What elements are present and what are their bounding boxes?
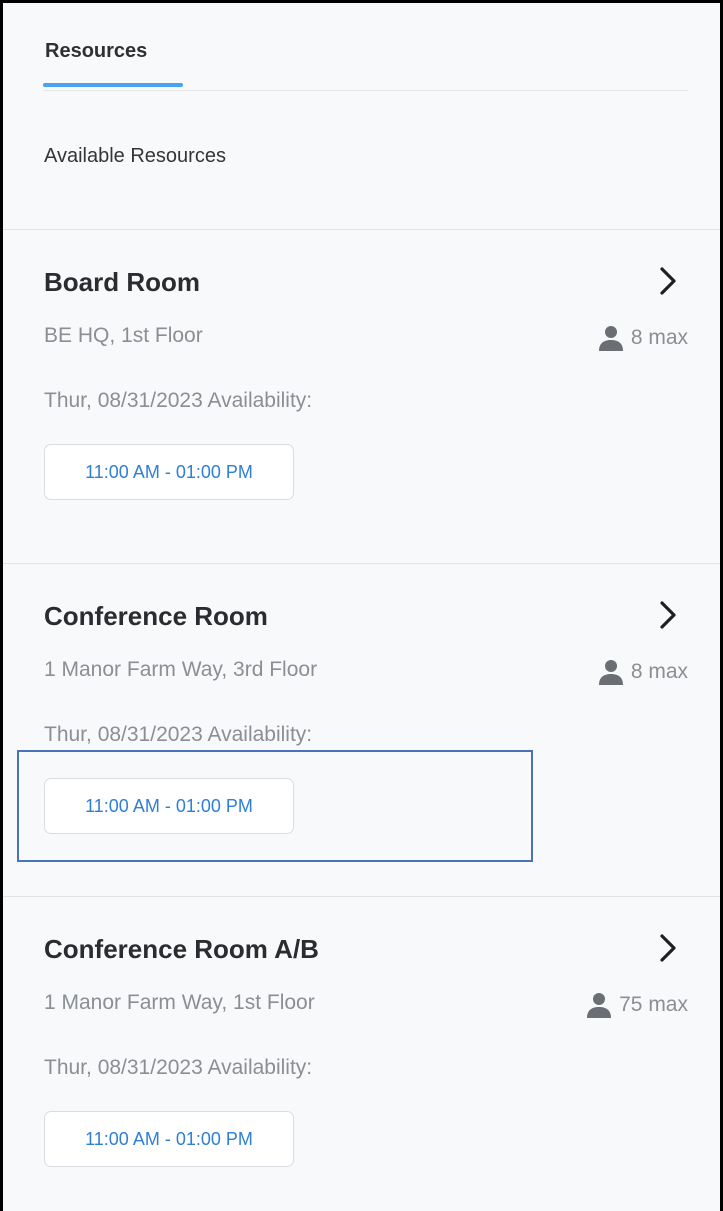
person-icon — [598, 324, 624, 352]
resource-capacity: 8 max — [598, 657, 688, 687]
tab-resources-label: Resources — [45, 40, 148, 62]
capacity-text: 8 max — [630, 660, 688, 683]
resources-panel: Resources Available Resources Board Room… — [0, 0, 723, 1211]
person-icon — [598, 658, 624, 686]
resource-capacity: 75 max — [586, 990, 688, 1020]
resource-name: Conference Room A/B — [44, 934, 319, 964]
chevron-right-icon[interactable] — [653, 263, 683, 299]
availability-label: Thur, 08/31/2023 Availability: — [44, 389, 313, 412]
availability-label: Thur, 08/31/2023 Availability: — [44, 1056, 313, 1079]
resource-card-conference-room[interactable]: Conference Room 1 Manor Farm Way, 3rd Fl… — [3, 564, 720, 897]
active-tab-indicator — [43, 83, 183, 87]
tab-resources[interactable]: Resources — [43, 3, 183, 89]
time-slot-button[interactable]: 11:00 AM - 01:00 PM — [44, 1111, 294, 1167]
resource-location: 1 Manor Farm Way, 1st Floor — [44, 991, 315, 1014]
chevron-right-icon[interactable] — [653, 930, 683, 966]
resource-card-conference-room-ab[interactable]: Conference Room A/B 1 Manor Farm Way, 1s… — [3, 897, 720, 1211]
tab-bar: Resources — [43, 3, 688, 91]
resource-location: 1 Manor Farm Way, 3rd Floor — [44, 658, 318, 681]
section-heading: Available Resources — [44, 145, 226, 167]
availability-label: Thur, 08/31/2023 Availability: — [44, 723, 313, 746]
resource-capacity: 8 max — [598, 323, 688, 353]
time-slot-button[interactable]: 11:00 AM - 01:00 PM — [44, 444, 294, 500]
time-slot-button[interactable]: 11:00 AM - 01:00 PM — [44, 778, 294, 834]
chevron-right-icon[interactable] — [653, 597, 683, 633]
resource-card-board-room[interactable]: Board Room BE HQ, 1st Floor 8 max Thur, … — [3, 230, 720, 563]
resource-name: Board Room — [44, 267, 200, 297]
person-icon — [586, 991, 612, 1019]
resource-location: BE HQ, 1st Floor — [44, 324, 203, 347]
capacity-text: 8 max — [630, 326, 688, 349]
resource-name: Conference Room — [44, 601, 268, 631]
capacity-text: 75 max — [619, 993, 688, 1016]
